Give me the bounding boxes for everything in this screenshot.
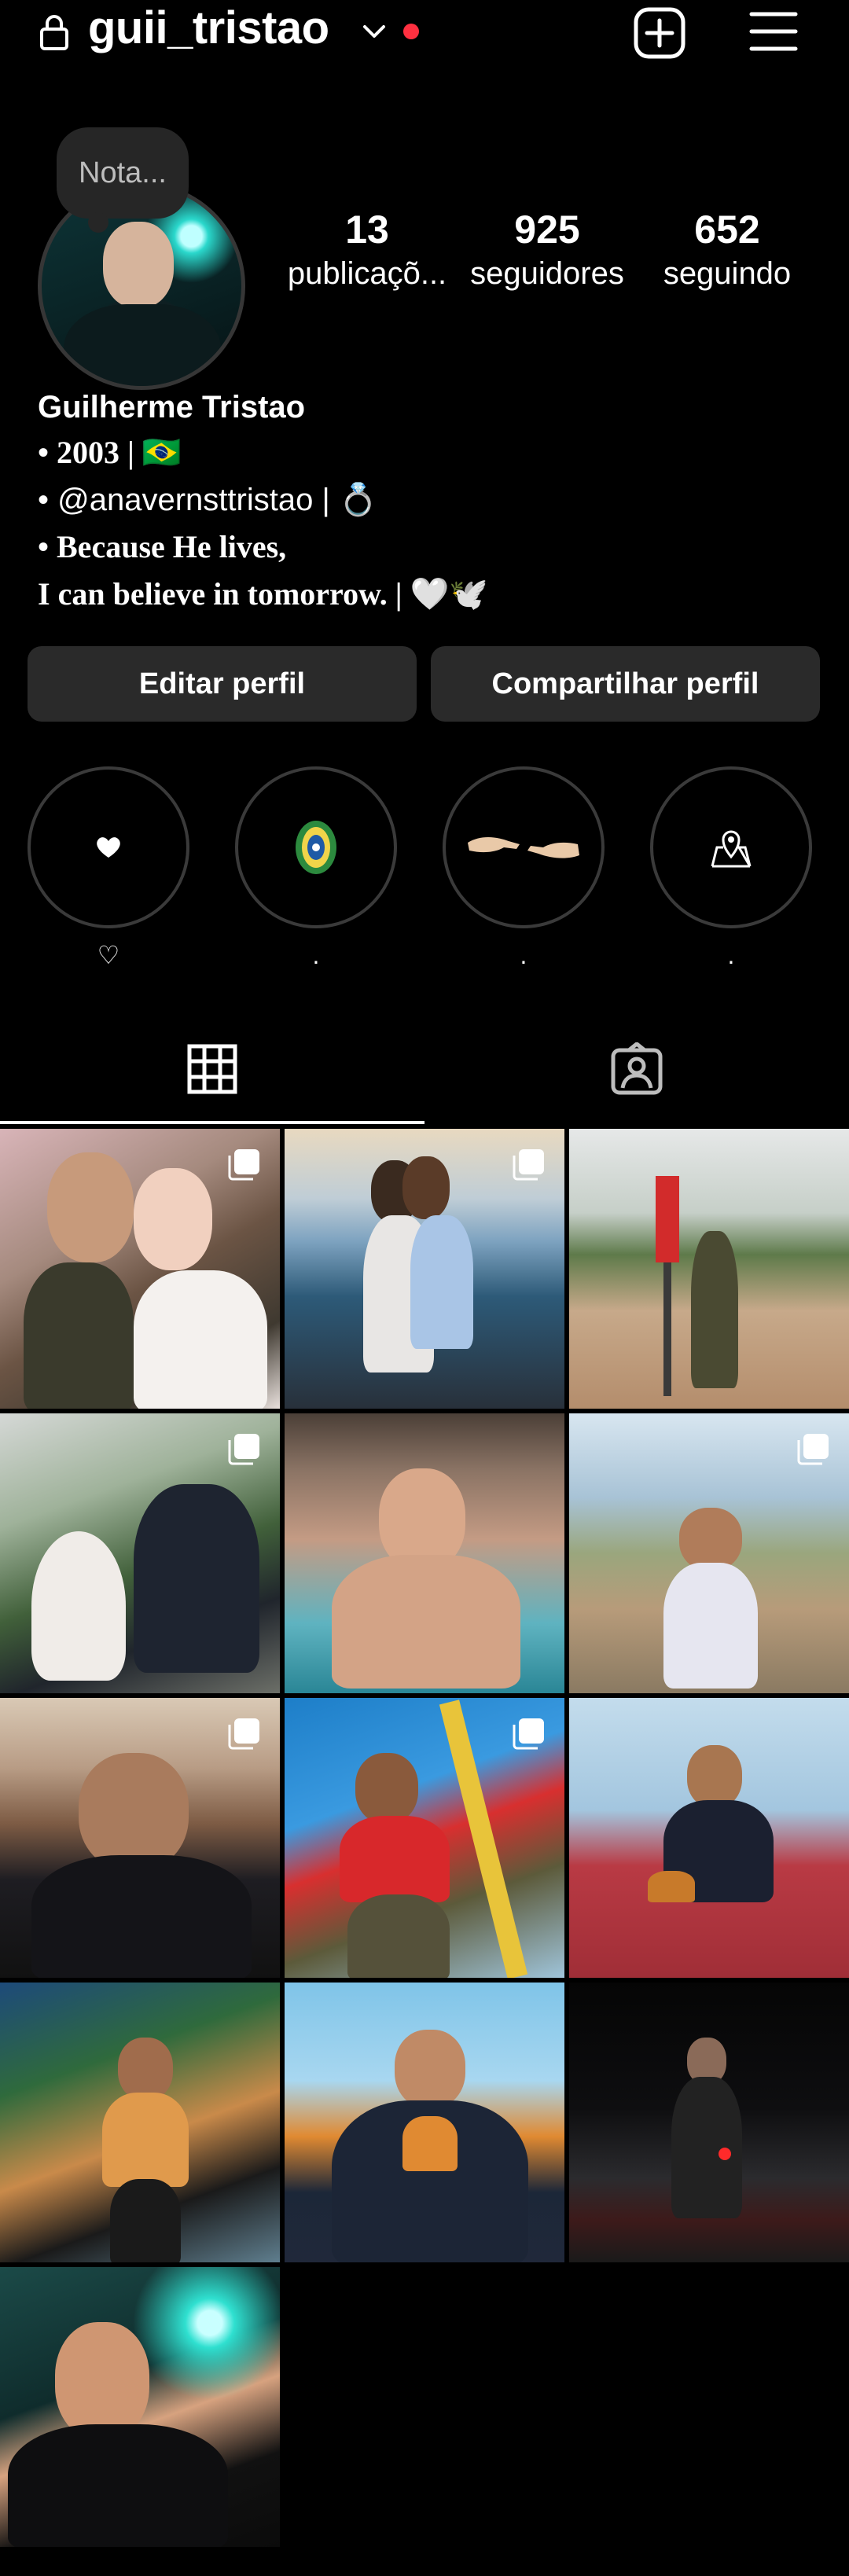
highlight-circle[interactable] [28,766,189,928]
multi-photo-icon [228,1718,259,1750]
share-profile-button[interactable]: Compartilhar perfil [431,646,820,722]
post-tile-1[interactable] [0,1129,280,1409]
following-label: seguindo [663,256,792,291]
post-tile-6[interactable] [569,1413,849,1693]
post-tile-5[interactable] [285,1413,564,1693]
map-pin-icon [711,830,752,868]
highlight-3[interactable]: . [443,766,605,971]
post-tile-2[interactable] [285,1129,564,1409]
followers-count: 925 [514,208,580,252]
lock-icon [40,15,68,50]
posts-label: publicaçõ... [287,256,447,291]
plus-square-icon[interactable] [631,5,688,61]
post-tile-8[interactable] [285,1698,564,1978]
hands-touching-icon [468,837,579,858]
highlight-label: . [520,941,527,969]
posts-count: 13 [345,208,389,252]
notification-dot [403,24,419,39]
multi-photo-icon [228,1434,259,1465]
profile-bio: Guilherme Tristao • 2003 | 🇧🇷 • @anavern… [38,385,824,618]
post-tile-11[interactable] [285,1983,564,2262]
multi-photo-icon [513,1718,544,1750]
highlight-circle[interactable] [650,766,812,928]
tab-tagged[interactable] [424,1014,849,1124]
chevron-down-icon[interactable] [360,17,388,46]
badge-emblem-icon [296,821,336,874]
bio-line-quote-2: I can believe in tomorrow. | 🤍🕊️ [38,576,489,612]
highlight-label: . [312,941,320,969]
highlight-2[interactable]: . [235,766,397,971]
highlight-circle[interactable] [443,766,605,928]
profile-tabs [0,1014,849,1124]
highlight-1[interactable]: ♡ [28,766,189,971]
highlight-label: . [727,941,735,969]
note-bubble[interactable]: Nota... [57,127,189,233]
top-bar: guii_tristao [0,0,849,71]
followers-stat[interactable]: 925 seguidores [461,206,634,294]
bio-line-mention[interactable]: • @anavernsttristao | 💍 [38,476,824,524]
highlight-circle[interactable] [235,766,397,928]
post-tile-3[interactable] [569,1129,849,1409]
multi-photo-icon [797,1434,829,1465]
following-stat[interactable]: 652 seguindo [646,206,808,294]
followers-label: seguidores [470,256,624,291]
posts-stat[interactable]: 13 publicaçõ... [277,206,458,294]
post-tile-9[interactable] [569,1698,849,1978]
note-text: Nota... [79,156,167,189]
username[interactable]: guii_tristao [88,2,329,54]
post-tile-4[interactable] [0,1413,280,1693]
tab-grid[interactable] [0,1014,424,1124]
tagged-person-icon [611,1042,663,1095]
highlight-label: ♡ [97,941,120,969]
post-tile-7[interactable] [0,1698,280,1978]
heart-icon [97,837,120,858]
profile-name: Guilherme Tristao [38,390,306,424]
hamburger-menu-icon[interactable] [748,6,799,57]
multi-photo-icon [513,1149,544,1181]
grid-icon [187,1044,237,1094]
multi-photo-icon [228,1149,259,1181]
following-count: 652 [694,208,760,252]
active-tab-indicator [0,1121,424,1124]
edit-profile-button[interactable]: Editar perfil [28,646,417,722]
highlight-4[interactable]: . [650,766,812,971]
post-tile-10[interactable] [0,1983,280,2262]
bio-line-year: • 2003 | 🇧🇷 [38,435,182,470]
bio-line-quote-1: • Because He lives, [38,529,287,564]
post-tile-13[interactable] [0,2267,280,2547]
post-tile-12[interactable] [569,1983,849,2262]
